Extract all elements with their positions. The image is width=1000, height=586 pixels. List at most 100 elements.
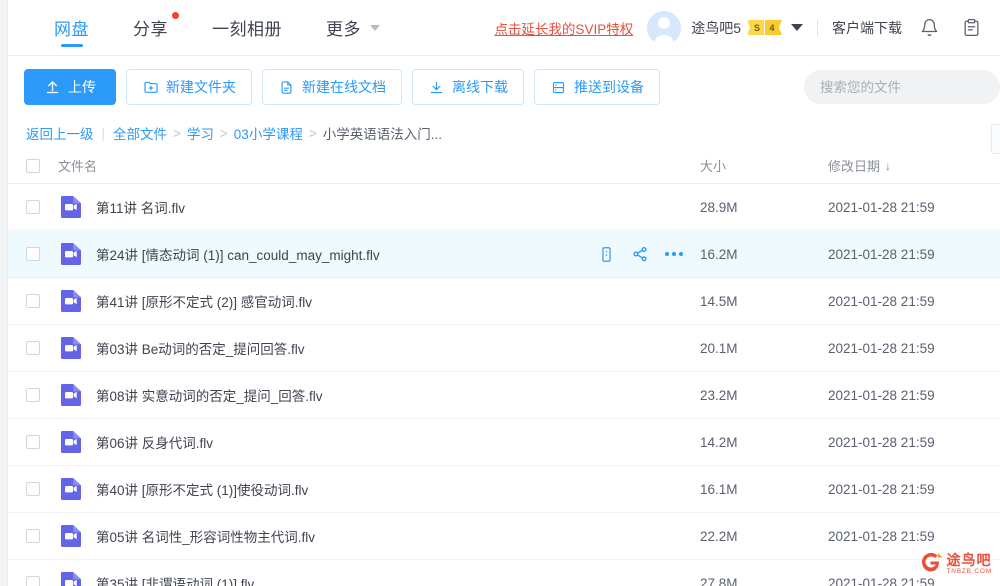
table-row[interactable]: 第03讲 Be动词的否定_提问回答.flv 20.1M 2021-01-28 21:… — [8, 325, 1000, 372]
breadcrumb-item-study[interactable]: 学习 — [187, 123, 214, 143]
push-to-device-button-label: 推送到设备 — [574, 79, 644, 95]
column-header-name[interactable]: 文件名 — [58, 156, 580, 175]
file-size-cell: 20.1M — [700, 340, 738, 356]
table-row[interactable]: 第40讲 [原形不定式 (1)]使役动词.flv 16.1M 2021-01-28 … — [8, 466, 1000, 513]
file-name-cell[interactable]: 第08讲 实意动词的否定_提问_回答.flv — [58, 382, 580, 408]
row-checkbox[interactable] — [26, 529, 40, 543]
file-size-cell: 14.2M — [700, 434, 738, 450]
video-file-icon — [58, 476, 84, 502]
nav-tab-album[interactable]: 一刻相册 — [190, 0, 304, 56]
svip-renew-link[interactable]: 点击延长我的SVIP特权 — [494, 18, 633, 38]
bell-icon[interactable] — [914, 13, 944, 43]
file-name-cell[interactable]: 第41讲 [原形不定式 (2)] 感官动词.flv — [58, 288, 580, 314]
row-checkbox[interactable] — [26, 482, 40, 496]
user-menu-chevron-down-icon[interactable] — [791, 24, 803, 31]
search-box[interactable] — [804, 70, 1000, 104]
file-name-label: 第40讲 [原形不定式 (1)]使役动词.flv — [96, 483, 309, 498]
new-folder-button[interactable]: 新建文件夹 — [126, 69, 252, 105]
row-checkbox[interactable] — [26, 341, 40, 355]
table-row[interactable]: 第08讲 实意动词的否定_提问_回答.flv 23.2M 2021-01-28 21… — [8, 372, 1000, 419]
row-select-cell[interactable] — [26, 529, 58, 543]
column-header-size[interactable]: 大小 — [700, 156, 820, 175]
nav-tab-more[interactable]: 更多 — [304, 0, 402, 56]
row-checkbox[interactable] — [26, 435, 40, 449]
file-name-cell[interactable]: 第11讲 名词.flv — [58, 194, 580, 220]
row-select-cell[interactable] — [26, 294, 58, 308]
row-select-cell[interactable] — [26, 482, 58, 496]
file-date-cell: 2021-01-28 21:59 — [828, 340, 935, 356]
clipboard-icon[interactable] — [956, 13, 986, 43]
nav-tab-wangpan[interactable]: 网盘 — [32, 0, 111, 56]
row-actions-cell — [580, 245, 700, 263]
notification-dot-icon — [172, 11, 179, 19]
row-select-cell[interactable] — [26, 435, 58, 449]
breadcrumb-separator: > — [308, 125, 317, 141]
sidebar-edge-strip — [0, 0, 8, 586]
row-select-cell[interactable] — [26, 247, 58, 261]
action-toolbar: 上传 新建文件夹 新建在线文档 离线下载 推送到设备 搜索您的文件 — [8, 56, 1000, 118]
more-options-icon[interactable] — [664, 252, 683, 256]
table-row[interactable]: 第06讲 反身代词.flv 14.2M 2021-01-28 21:59 — [8, 419, 1000, 466]
push-to-device-icon[interactable] — [598, 246, 615, 263]
main-nav-tabs: 网盘 分享 一刻相册 更多 — [8, 0, 402, 56]
breadcrumb-back-link[interactable]: 返回上一级 — [26, 123, 94, 143]
search-input[interactable] — [820, 79, 984, 95]
svip-badge: S — [747, 20, 764, 35]
file-date-cell: 2021-01-28 21:59 — [828, 434, 935, 450]
file-name-label: 第05讲 名词性_形容词性物主代词.flv — [96, 530, 316, 545]
avatar[interactable] — [647, 10, 682, 45]
vip-badges[interactable]: S 4 — [747, 20, 782, 35]
breadcrumb: 返回上一级 | 全部文件 > 学习 > 03小学课程 > 小学英语语法入门... — [8, 118, 1000, 148]
push-to-device-button[interactable]: 推送到设备 — [534, 69, 660, 105]
select-all-cell[interactable] — [26, 158, 58, 173]
file-name-cell[interactable]: 第24讲 [情态动词 (1)] can_could_may_might.flv — [58, 241, 580, 267]
table-row[interactable]: 第05讲 名词性_形容词性物主代词.flv 22.2M 2021-01-28 21:… — [8, 513, 1000, 560]
row-checkbox[interactable] — [26, 388, 40, 402]
file-name-cell[interactable]: 第40讲 [原形不定式 (1)]使役动词.flv — [58, 476, 580, 502]
file-name-cell[interactable]: 第06讲 反身代词.flv — [58, 429, 580, 455]
file-name-cell[interactable]: 第03讲 Be动词的否定_提问回答.flv — [58, 335, 580, 361]
file-name-cell[interactable]: 第35讲 [非谓语动词 (1)].flv — [58, 570, 580, 586]
table-row[interactable]: 第41讲 [原形不定式 (2)] 感官动词.flv 14.5M 2021-01-28… — [8, 278, 1000, 325]
video-file-icon — [58, 288, 84, 314]
file-size-cell: 22.2M — [700, 528, 738, 544]
file-date-cell: 2021-01-28 21:59 — [828, 199, 935, 215]
upload-button[interactable]: 上传 — [24, 69, 116, 105]
table-header-row: 文件名 大小 修改日期 ↓ — [8, 148, 1000, 184]
row-select-cell[interactable] — [26, 388, 58, 402]
breadcrumb-item-all-files[interactable]: 全部文件 — [113, 123, 167, 143]
row-checkbox[interactable] — [26, 576, 40, 586]
nav-tab-share[interactable]: 分享 — [111, 0, 190, 56]
table-row[interactable]: 第24讲 [情态动词 (1)] can_could_may_might.flv … — [8, 231, 1000, 278]
table-row[interactable]: 第35讲 [非谓语动词 (1)].flv 27.8M 2021-01-28 21:5… — [8, 560, 1000, 586]
header-divider — [817, 19, 818, 36]
column-header-date[interactable]: 修改日期 ↓ — [820, 156, 1000, 175]
column-header-date-label: 修改日期 — [828, 159, 881, 174]
file-date-cell: 2021-01-28 21:59 — [828, 387, 935, 403]
new-document-button[interactable]: 新建在线文档 — [262, 69, 402, 105]
chevron-down-icon — [370, 24, 380, 31]
select-all-checkbox[interactable] — [26, 158, 40, 173]
upload-button-label: 上传 — [68, 79, 96, 95]
row-select-cell[interactable] — [26, 200, 58, 214]
breadcrumb-item-primary-courses[interactable]: 03小学课程 — [234, 123, 303, 143]
video-file-icon — [58, 570, 84, 586]
app-header: 网盘 分享 一刻相册 更多 点击延长我的SVIP特权 途鸟吧5 S 4 客户端下… — [8, 0, 1000, 56]
row-select-cell[interactable] — [26, 576, 58, 586]
nav-tab-label: 更多 — [326, 20, 361, 39]
row-checkbox[interactable] — [26, 294, 40, 308]
client-download-link[interactable]: 客户端下载 — [832, 18, 902, 38]
offline-download-button[interactable]: 离线下载 — [412, 69, 524, 105]
table-row[interactable]: 第11讲 名词.flv 28.9M 2021-01-28 21:59 — [8, 184, 1000, 231]
file-name-label: 第06讲 反身代词.flv — [96, 436, 214, 451]
file-name-label: 第41讲 [原形不定式 (2)] 感官动词.flv — [96, 295, 313, 310]
file-name-cell[interactable]: 第05讲 名词性_形容词性物主代词.flv — [58, 523, 580, 549]
folder-plus-icon — [142, 79, 159, 96]
row-checkbox[interactable] — [26, 247, 40, 261]
username-label: 途鸟吧5 — [691, 19, 741, 36]
new-document-button-label: 新建在线文档 — [302, 79, 386, 95]
row-select-cell[interactable] — [26, 341, 58, 355]
row-checkbox[interactable] — [26, 200, 40, 214]
share-icon[interactable] — [631, 245, 649, 263]
header-right-area: 点击延长我的SVIP特权 途鸟吧5 S 4 客户端下载 — [494, 0, 1000, 56]
